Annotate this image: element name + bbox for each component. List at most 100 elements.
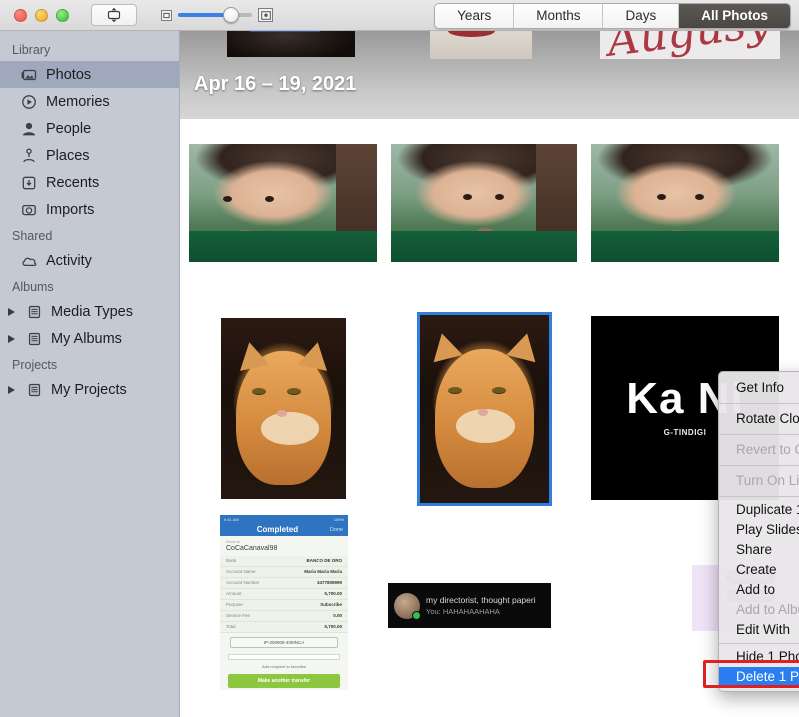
receipt-row-value: 5,700.00 — [324, 591, 342, 597]
imports-icon — [20, 201, 38, 218]
sidebar-item-label: People — [46, 120, 92, 137]
receipt-navbar: Completed Done — [220, 524, 348, 536]
sidebar-item-people[interactable]: People — [0, 115, 179, 142]
receipt-reference-button[interactable]: IP-200908-409INCA — [230, 636, 338, 648]
sidebar-item-label: Media Types — [51, 303, 133, 320]
receipt-row: Amount 5,700.00 — [220, 589, 348, 600]
receipt-nav-title: Completed — [256, 525, 299, 535]
sidebar-section-projects: Projects — [12, 358, 58, 372]
receipt-cta-button[interactable]: Make another transfer — [228, 673, 340, 688]
tab-months[interactable]: Months — [514, 4, 604, 28]
zoom-slider-knob[interactable] — [223, 7, 240, 23]
photo-cat-2[interactable] — [417, 312, 552, 506]
handwriting-text: Augusy — [605, 31, 774, 59]
sidebar-item-activity[interactable]: Activity — [0, 247, 179, 274]
menu-item-label: Create — [736, 562, 777, 577]
menu-item-add-to-album: Add to Album — [719, 600, 799, 620]
receipt-rows: Bank BANCO DE ORO Account Name Maria Mar… — [220, 555, 348, 633]
large-thumbnail-icon — [258, 8, 273, 22]
zoom-slider-track[interactable] — [178, 7, 252, 23]
photo-cat-1[interactable] — [221, 318, 346, 499]
disclosure-triangle-icon[interactable] — [8, 334, 15, 343]
receipt-done-button[interactable]: Done — [330, 527, 343, 533]
window-body: Library Photos Memories People Places Re… — [0, 31, 799, 717]
receipt-account-name: CoCaCanaval98 — [226, 544, 278, 552]
receipt-row: Service Fee 0.00 — [220, 611, 348, 622]
menu-item-add-to[interactable]: Add to — [719, 580, 799, 600]
sidebar-item-places[interactable]: Places — [0, 142, 179, 169]
menu-item-label: Turn On Live Photo — [736, 473, 799, 488]
receipt-row-value: Maria Maria Maria — [304, 569, 342, 575]
photo-receipt[interactable]: 9:41 AM 100% Completed Done Send to CoCa… — [220, 515, 348, 702]
tab-years[interactable]: Years — [435, 4, 515, 28]
sidebar-item-label: Activity — [46, 252, 92, 269]
photo-baby-2[interactable] — [391, 144, 577, 262]
menu-item-label: Get Info — [736, 380, 785, 395]
menu-item-rotate-clockwise[interactable]: Rotate Clockwise — [719, 407, 799, 431]
photo-chat-note[interactable]: my directorist, thought paperi You: HAHA… — [388, 583, 551, 628]
photo-handwriting[interactable]: Augusy — [600, 31, 780, 59]
menu-item-get-info[interactable]: Get Info — [719, 376, 799, 400]
chat-note-subtitle: You: HAHAHAAHAHA — [426, 607, 500, 616]
folder-icon — [25, 381, 43, 398]
places-icon — [20, 147, 38, 164]
sidebar-item-photos[interactable]: Photos — [0, 61, 179, 88]
folder-icon — [25, 303, 43, 320]
disclosure-triangle-icon[interactable] — [8, 307, 15, 316]
minimize-button[interactable] — [35, 8, 48, 22]
menu-separator — [719, 434, 799, 435]
activity-cloud-icon — [20, 252, 38, 269]
tab-all-photos[interactable]: All Photos — [679, 4, 790, 28]
window-toolbar: Years Months Days All Photos — [0, 0, 799, 31]
folder-icon — [25, 330, 43, 347]
grid-bottom-padding — [180, 690, 799, 717]
photo-baby-3[interactable] — [591, 144, 779, 262]
disclosure-triangle-icon[interactable] — [8, 385, 15, 394]
menu-item-edit-with[interactable]: Edit With — [719, 620, 799, 640]
online-status-dot — [412, 610, 421, 620]
receipt-section-label: Send to — [226, 538, 240, 544]
receipt-row: Total 5,700.00 — [220, 622, 348, 633]
menu-item-label: Play Slideshow — [736, 522, 799, 537]
tab-days[interactable]: Days — [603, 4, 680, 28]
receipt-statusbar: 9:41 AM 100% — [220, 515, 348, 524]
view-mode-segmented-control[interactable]: Years Months Days All Photos — [434, 3, 791, 29]
sidebar-item-label: Places — [46, 147, 90, 164]
receipt-status-left: 9:41 AM — [224, 517, 239, 522]
menu-item-hide-1-photo[interactable]: Hide 1 Photo — [719, 647, 799, 667]
photo-baby-1[interactable] — [189, 144, 377, 262]
sidebar-item-my-projects[interactable]: My Projects — [0, 376, 179, 403]
menu-item-play-slideshow[interactable]: Play Slideshow — [719, 520, 799, 540]
poster-subtitle: G-TINDIGI — [663, 427, 707, 437]
sidebar-item-imports[interactable]: Imports — [0, 196, 179, 223]
sidebar: Library Photos Memories People Places Re… — [0, 31, 180, 717]
photo-dark-video[interactable] — [227, 31, 355, 57]
menu-separator — [719, 643, 799, 644]
thumbnail-zoom-slider[interactable] — [161, 7, 273, 23]
receipt-favorite-label[interactable]: Add recipient to favorites — [220, 662, 348, 671]
receipt-row-label: Bank — [226, 558, 237, 564]
menu-item-revert-to-original: Revert to Original — [719, 438, 799, 462]
menu-item-delete-1-photo[interactable]: Delete 1 Photo — [719, 667, 799, 687]
photo-context-menu[interactable]: Get Info Rotate Clockwise Revert to Orig… — [718, 371, 799, 692]
menu-item-label: Edit With — [736, 622, 791, 637]
sidebar-item-my-albums[interactable]: My Albums — [0, 325, 179, 352]
sidebar-item-label: Recents — [46, 174, 100, 191]
sidebar-item-media-types[interactable]: Media Types — [0, 298, 179, 325]
receipt-nickname-input[interactable] — [228, 653, 340, 660]
photo-lips[interactable] — [430, 31, 532, 59]
menu-item-create[interactable]: Create — [719, 560, 799, 580]
receipt-row-value: 3477809999 — [316, 580, 342, 586]
menu-item-duplicate-1-photo[interactable]: Duplicate 1 Photo — [719, 500, 799, 520]
sidebar-item-label: My Projects — [51, 381, 127, 398]
menu-separator — [719, 403, 799, 404]
photos-icon — [20, 66, 38, 83]
sidebar-item-recents[interactable]: Recents — [0, 169, 179, 196]
sidebar-item-memories[interactable]: Memories — [0, 88, 179, 115]
menu-item-turn-on-live-photo: Turn On Live Photo — [719, 469, 799, 493]
close-button[interactable] — [14, 8, 27, 22]
sidebar-toggle-button[interactable] — [91, 4, 137, 26]
menu-item-share[interactable]: Share — [719, 540, 799, 560]
zoom-button[interactable] — [56, 8, 69, 22]
receipt-row: Bank BANCO DE ORO — [220, 556, 348, 567]
